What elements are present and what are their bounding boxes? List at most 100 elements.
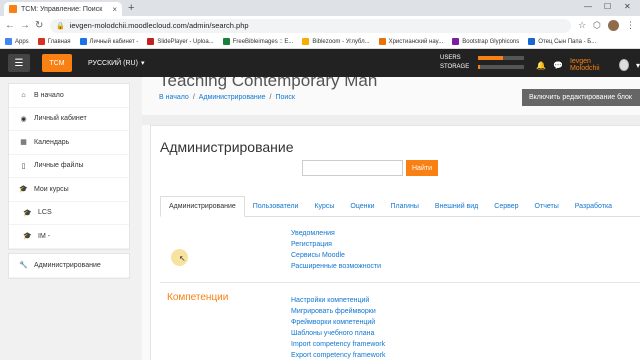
admin-tab[interactable]: Администрирование [160,196,245,217]
page-content: Teaching Contemporary Man В начало / Админ… [142,77,640,360]
storage-usage-bar [478,65,524,69]
back-icon[interactable]: ← [5,20,15,31]
url-text: ievgen-molodchii.moodlecloud.com/admin/s… [69,21,249,30]
messages-icon[interactable]: 💬 [553,61,563,70]
admin-tab[interactable]: Сервер [486,196,526,217]
admin-tabs: Администрирование Пользователи Курсы Оценки… [160,196,640,217]
language-menu[interactable]: РУССКИЙ (RU) ▾ [88,59,145,68]
drawer-item-label: LCS [38,209,52,217]
moodle-favicon-icon [9,5,17,13]
bookmark-label: Отец Сын Папа - Б... [538,38,597,45]
bookmark-item[interactable]: Biblezoom - Углубл... [302,38,370,45]
bookmark-favicon-icon [452,38,460,45]
dashboard-icon: ◉ [20,115,27,123]
caret-down-icon: ▾ [140,60,145,67]
user-avatar[interactable] [618,59,629,71]
drawer-item[interactable]: ⌂ В начало [9,84,129,108]
search-button[interactable]: Найти [406,160,438,176]
bookmark-favicon-icon [302,38,310,45]
language-label: РУССКИЙ (RU) [88,59,138,67]
nav-drawer: ⌂ В начало ◉ Личный кабинет ▦ Календарь ▯ Личны… [0,77,142,360]
admin-tab[interactable]: Внешний вид [427,196,486,217]
admin-link[interactable]: Расширенные возможности [291,261,381,272]
admin-tab[interactable]: Оценки [342,196,382,217]
usage-labels: USERS STORAGE [440,54,469,72]
section-divider [160,282,640,283]
star-icon[interactable]: ☆ [578,20,586,31]
profile-avatar[interactable] [608,20,619,31]
bookmark-favicon-icon [37,38,45,45]
turn-editing-on-button[interactable]: Включить редактирование блок [522,89,640,106]
admin-tab[interactable]: Плагины [383,196,427,217]
drawer-item[interactable]: ▦ Календарь [9,131,129,155]
site-brand[interactable]: TCM [42,54,72,72]
user-menu-caret-icon[interactable]: ▾ [636,61,640,70]
home-icon: ⌂ [21,91,26,99]
general-links: Уведомления Регистрация Сервисы Moodle Расш… [291,228,381,272]
admin-tab[interactable]: Курсы [306,196,342,217]
drawer-item[interactable]: ▯ Личные файлы [9,155,129,178]
close-window-icon[interactable]: ✕ [624,2,631,11]
extension-icon[interactable]: ⬡ [593,20,601,31]
admin-link[interactable]: Мигрировать фреймворки [291,306,386,317]
breadcrumb-separator: / [192,94,195,101]
users-usage-fill [478,56,504,60]
mouse-cursor-highlight: ↖ [171,249,188,266]
reload-icon[interactable]: ↻ [35,20,43,31]
drawer-item[interactable]: 🎓 LCS [9,202,129,225]
drawer-item[interactable]: 🎓 IM - [9,225,129,249]
usage-bars [478,56,524,74]
moodle-navbar: ☰ TCM РУССКИЙ (RU) ▾ USERS STORAGE 🔔 💬 I… [0,49,640,77]
admin-link[interactable]: Фреймворки компетенций [291,317,386,328]
admin-link[interactable]: Export competency framework [291,350,386,360]
admin-search-input[interactable] [302,160,403,176]
drawer-item-label: Личный кабинет [34,115,87,123]
close-tab-icon[interactable]: × [112,5,117,14]
breadcrumb-link[interactable]: Поиск [275,94,294,101]
users-usage-bar [478,56,524,60]
bookmark-item[interactable]: SlidePlayer - Uploa... [147,38,214,45]
browser-tab[interactable]: TCM: Управление: Поиск × [4,2,122,16]
drawer-main-section: ⌂ В начало ◉ Личный кабинет ▦ Календарь ▯ Личны… [8,83,130,250]
breadcrumb-link[interactable]: Администрирование [199,94,266,101]
user-name[interactable]: Ievgen Molodchii [570,58,612,72]
forward-icon[interactable]: → [20,20,30,31]
admin-link[interactable]: Шаблоны учебного плана [291,328,386,339]
admin-tab[interactable]: Отчеты [527,196,567,217]
admin-link[interactable]: Уведомления [291,228,381,239]
wrench-icon: 🔧 [19,262,28,270]
url-field[interactable]: 🔒 ievgen-molodchii.moodlecloud.com/admin… [50,18,572,33]
breadcrumb: В начало / Администрирование / Поиск [159,94,295,101]
bookmark-favicon-icon [79,38,87,45]
file-icon: ▯ [21,162,26,170]
breadcrumb-link[interactable]: В начало [159,94,189,101]
drawer-item[interactable]: 🎓 Мои курсы [9,178,129,202]
bookmark-item[interactable]: Христианский наy... [378,38,443,45]
more-menu-icon[interactable]: ⋮ [626,20,635,31]
bookmark-label: SlidePlayer - Uploa... [157,38,214,45]
lock-icon[interactable]: 🔒 [56,22,65,30]
bookmark-item[interactable]: Отец Сын Папа - Б... [528,38,596,45]
drawer-item-label: Администрирование [34,261,101,269]
admin-link[interactable]: Сервисы Moodle [291,250,381,261]
bookmark-label: Biblezoom - Углубл... [312,38,370,45]
bookmark-item[interactable]: Личный кабинет - [79,38,138,45]
drawer-item[interactable]: ◉ Личный кабинет [9,108,129,131]
admin-tab[interactable]: Пользователи [245,196,307,217]
bookmark-favicon-icon [378,38,386,45]
admin-tab[interactable]: Разработка [567,196,620,217]
bookmark-item[interactable]: FreeBibleimages :: E... [222,38,293,45]
bookmark-item[interactable]: Bootstrap Glyphicons [452,38,519,45]
admin-link[interactable]: Настройки компетенций [291,295,386,306]
calendar-icon: ▦ [20,139,27,147]
bookmark-item[interactable]: Главная [37,38,71,45]
minimize-icon[interactable]: — [584,2,592,11]
hamburger-menu-icon[interactable]: ☰ [8,54,30,72]
admin-link[interactable]: Import competency framework [291,339,386,350]
notifications-bell-icon[interactable]: 🔔 [536,61,546,70]
maximize-icon[interactable]: ☐ [604,2,611,11]
new-tab-icon[interactable]: + [128,2,134,14]
drawer-item[interactable]: 🔧 Администрирование [9,254,129,278]
bookmark-item[interactable]: Apps [5,38,29,45]
admin-link[interactable]: Регистрация [291,239,381,250]
